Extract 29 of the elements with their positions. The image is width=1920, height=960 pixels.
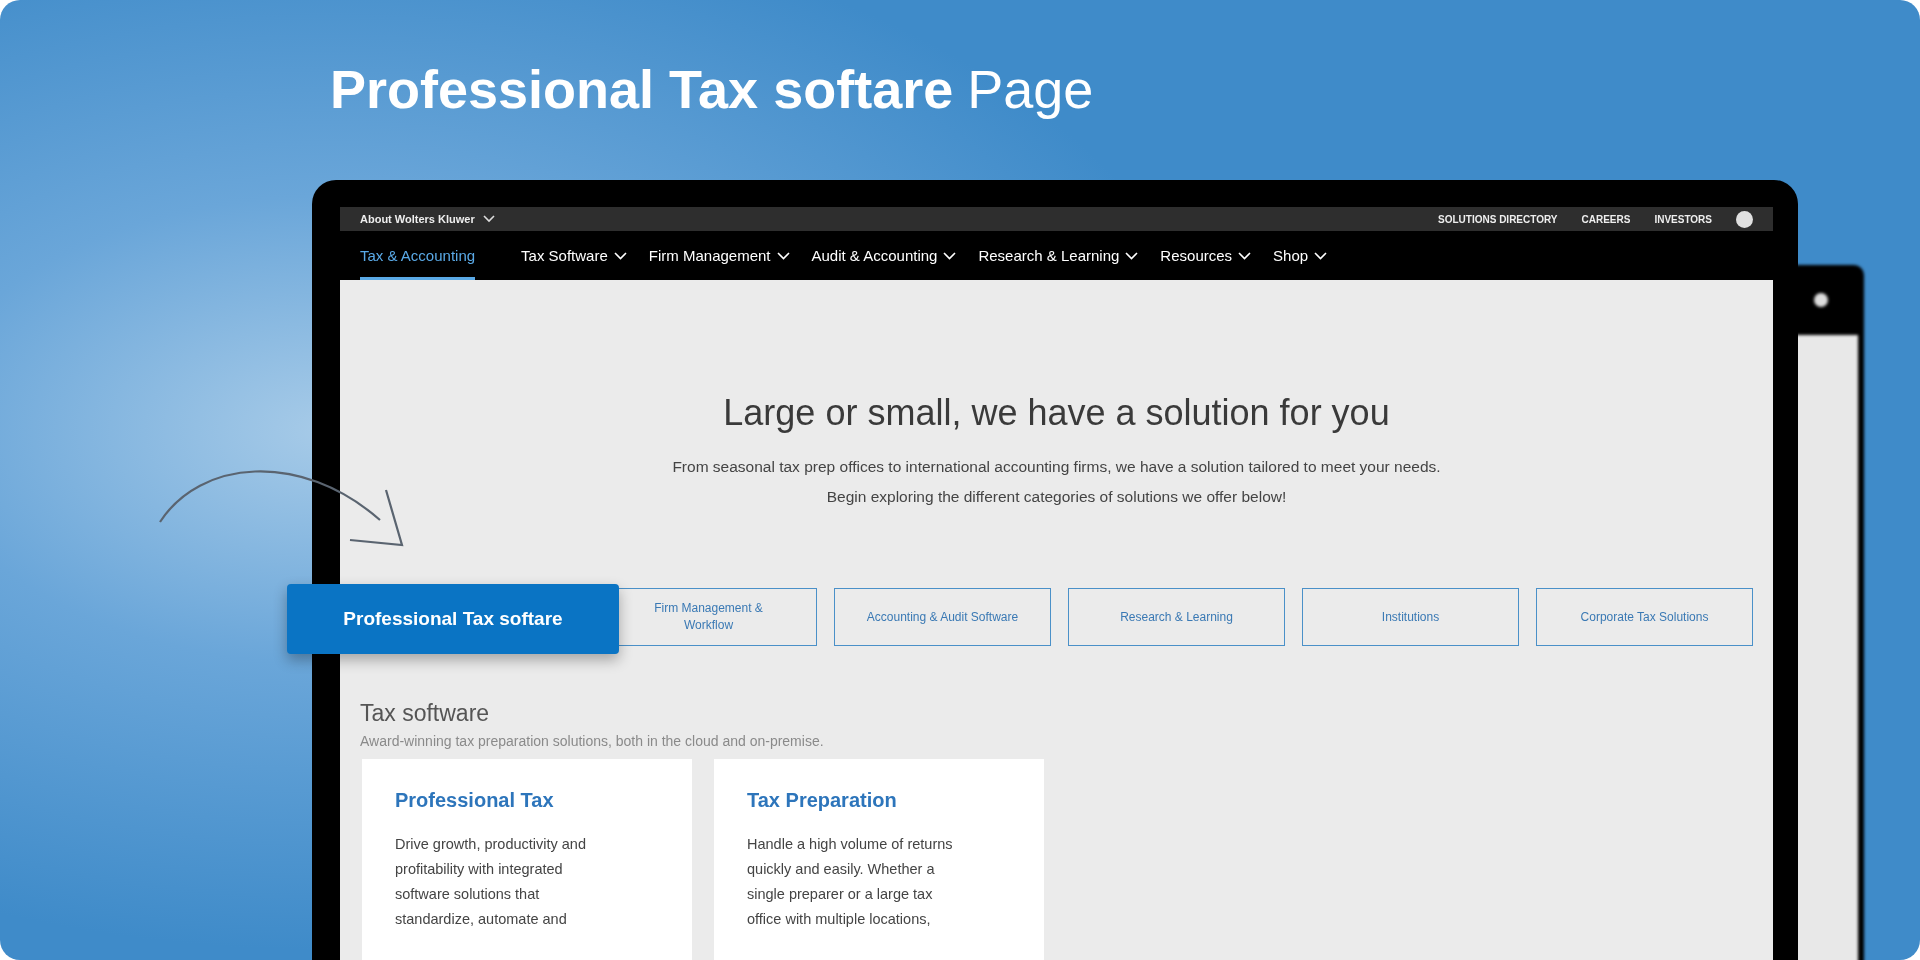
category-button[interactable]: Accounting & Audit Software — [834, 588, 1051, 646]
hero-description: From seasonal tax prep offices to international accounting firms, we have a solution tailored to meet your needs. Begin exploring the different categories of solutions we offer below! — [671, 457, 1442, 507]
nav-tab[interactable]: Resources — [1160, 231, 1252, 280]
callout-tooltip: Professional Tax softare — [287, 584, 619, 654]
about-menu[interactable]: About Wolters Kluwer — [360, 213, 495, 225]
nav-tab[interactable]: Research & Learning — [978, 231, 1139, 280]
section-title: Tax software — [360, 700, 491, 727]
product-card[interactable]: Tax Preparation Handle a high volume of returns quickly and easily. Whether a single preparer or a large tax office with multiple locations, — [714, 759, 1044, 960]
card-title[interactable]: Professional Tax — [395, 789, 672, 812]
nav-tab[interactable]: Firm Management — [648, 231, 790, 280]
card-title[interactable]: Tax Preparation — [747, 789, 1024, 812]
card-description: Handle a high volume of returns quickly and easily. Whether a single preparer or a large tax office with multiple locations, — [747, 835, 954, 929]
section-subtitle: Award-winning tax preparation solutions, both in the cloud and on-premise. — [360, 733, 825, 749]
nav-tab[interactable]: Audit & Accounting — [811, 231, 957, 280]
utility-link[interactable]: CAREERS — [1581, 213, 1631, 225]
nav-tab[interactable]: Tax Software — [521, 231, 627, 280]
category-button[interactable]: Research & Learning — [1068, 588, 1285, 646]
utility-link[interactable]: INVESTORS — [1654, 213, 1712, 225]
nav-tab[interactable]: Shop — [1273, 231, 1328, 280]
headline-suffix: Page — [967, 58, 1094, 121]
category-button[interactable]: Corporate Tax Solutions — [1536, 588, 1753, 646]
chevron-down-icon — [482, 215, 495, 223]
card-description: Drive growth, productivity and profitability with integrated software solutions that standardize, automate and — [395, 835, 587, 929]
headline: Professional Tax softare — [330, 58, 954, 121]
utility-link[interactable]: SOLUTIONS DIRECTORY — [1438, 213, 1558, 225]
hero-title: Large or small, we have a solution for you — [722, 392, 1391, 434]
product-card[interactable]: Professional Tax Drive growth, productivity and profitability with integrated software solutions that standardize, automate and — [362, 759, 692, 960]
globe-icon[interactable] — [1736, 210, 1753, 228]
category-button[interactable]: Institutions — [1302, 588, 1519, 646]
